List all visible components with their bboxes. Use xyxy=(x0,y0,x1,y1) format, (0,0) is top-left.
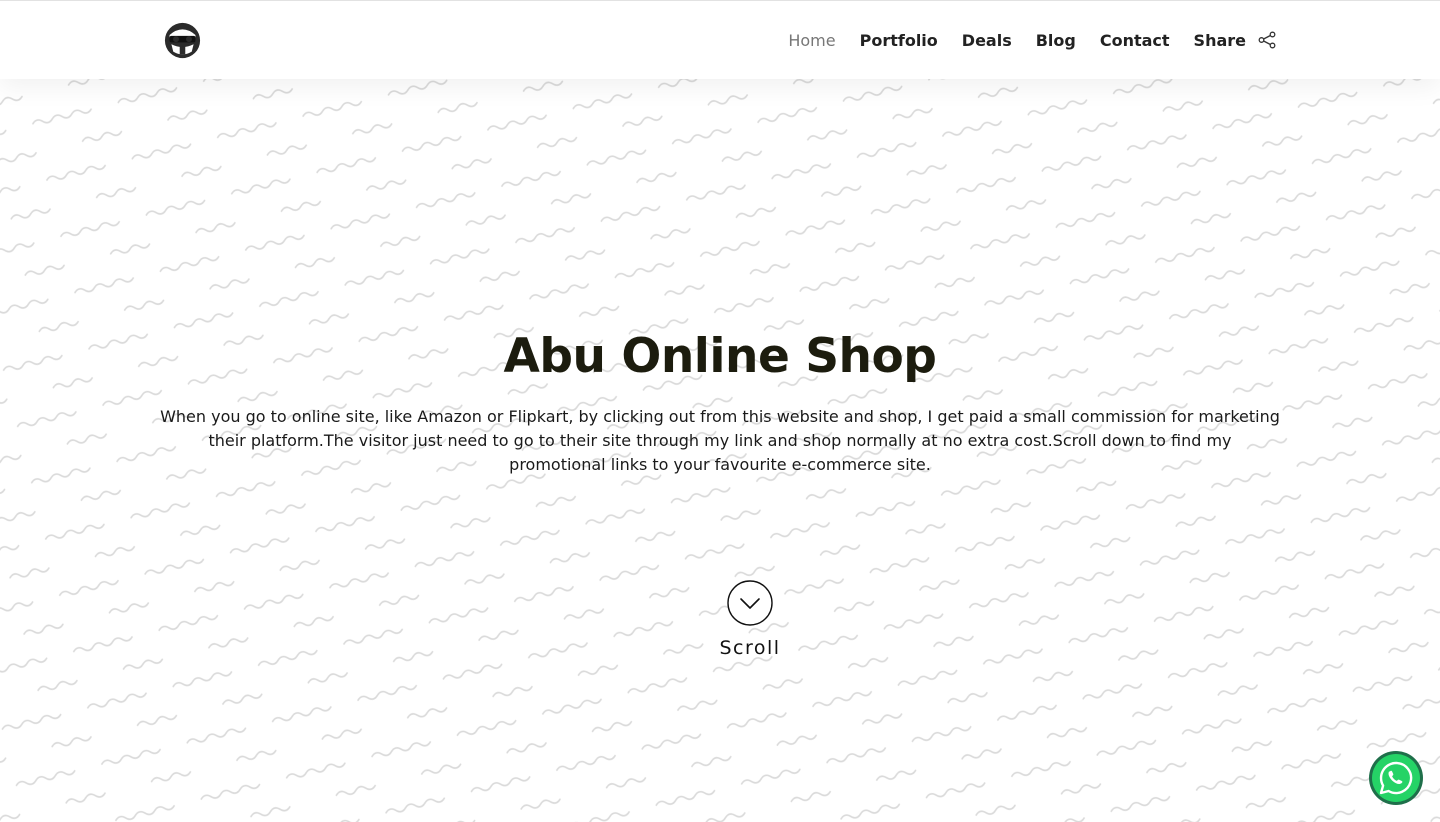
chevron-down-circle-icon xyxy=(727,580,773,626)
scroll-label: Scroll xyxy=(719,637,781,659)
share-button[interactable]: Share xyxy=(1194,31,1276,50)
site-header: Home Portfolio Deals Blog Contact Share xyxy=(0,0,1440,79)
main-nav: Home Portfolio Deals Blog Contact Share xyxy=(764,1,1276,79)
nav-deals[interactable]: Deals xyxy=(962,31,1012,50)
nav-home[interactable]: Home xyxy=(788,31,835,50)
hero-section: Abu Online Shop When you go to online si… xyxy=(0,79,1440,822)
scroll-down-button[interactable]: Scroll xyxy=(700,579,800,669)
masked-face-logo-icon[interactable] xyxy=(164,22,201,59)
page: Home Portfolio Deals Blog Contact Share … xyxy=(0,0,1440,822)
share-label: Share xyxy=(1193,30,1246,50)
hero-title: Abu Online Shop xyxy=(503,329,937,384)
share-icon xyxy=(1258,31,1276,49)
nav-contact[interactable]: Contact xyxy=(1100,31,1170,50)
hero-description: When you go to online site, like Amazon … xyxy=(160,407,1280,474)
nav-blog[interactable]: Blog xyxy=(1036,31,1076,50)
whatsapp-icon[interactable] xyxy=(1368,750,1424,806)
nav-portfolio[interactable]: Portfolio xyxy=(860,31,938,50)
